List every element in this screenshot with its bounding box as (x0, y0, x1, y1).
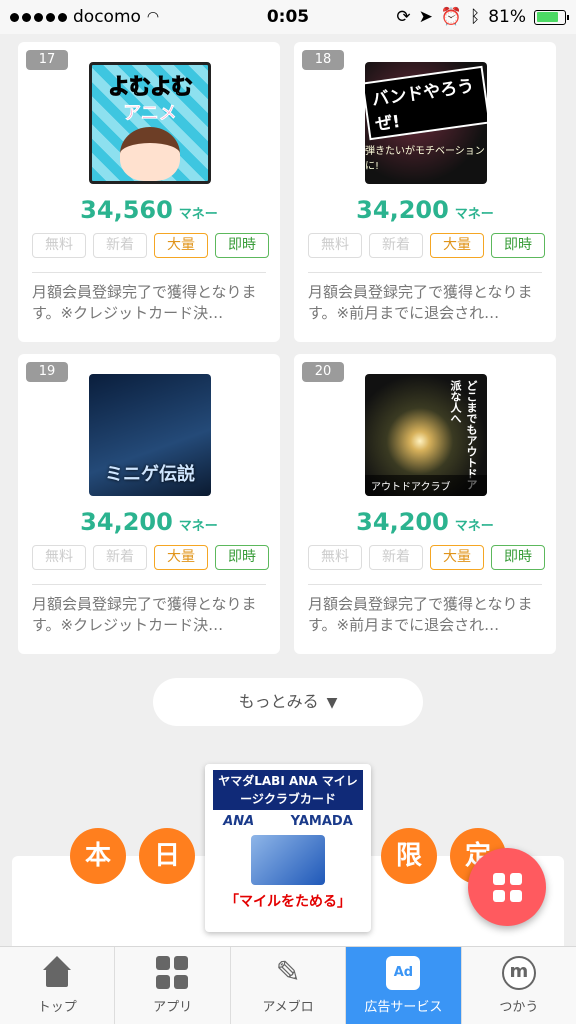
tag-free: 無料 (308, 233, 362, 258)
home-icon (40, 956, 74, 990)
tab-top[interactable]: トップ (0, 947, 116, 1024)
tag-free: 無料 (308, 545, 362, 570)
rank-badge: 19 (26, 362, 68, 382)
tag-free: 無料 (32, 545, 86, 570)
reward-amount: 34,560 マネー (80, 196, 218, 224)
app-thumbnail: どこまでもアウトドア派な人へ アウトドアクラブ (365, 374, 487, 496)
offer-description: 月額会員登録完了で獲得となります。※前月までに退会され… (308, 283, 533, 322)
tab-ad-service[interactable]: Ad 広告サービス (346, 947, 462, 1024)
tag-instant: 即時 (215, 233, 269, 258)
tab-label: 広告サービス (364, 1000, 443, 1015)
tag-new: 新着 (369, 545, 423, 570)
tag-list: 無料 新着 大量 即時 (32, 233, 269, 258)
tab-label: アメブロ (262, 1000, 314, 1015)
thumbnail-subtitle: アニメ (123, 103, 177, 125)
offer-card[interactable]: 17 よむよむ アニメ 34,560 マネー 無料 新着 大量 即時 月額会員登録… (18, 42, 280, 342)
offer-description: 月額会員登録完了で獲得となります。※前月までに退会され… (308, 595, 533, 634)
promo-logos: ANA YAMADA (205, 814, 371, 829)
character-illustration (120, 127, 180, 181)
menu-fab-button[interactable] (468, 848, 546, 926)
tab-apps[interactable]: アプリ (115, 947, 231, 1024)
tab-bar: トップ アプリ ✎ アメブロ Ad 広告サービス m つかう (0, 946, 576, 1024)
tag-new: 新着 (93, 545, 147, 570)
thumbnail-subtitle: アウトドアクラブ (365, 475, 487, 496)
yamada-logo: YAMADA (290, 814, 353, 829)
tab-label: アプリ (153, 1000, 193, 1015)
ana-logo: ANA (223, 814, 255, 829)
tag-free: 無料 (32, 233, 86, 258)
offer-description: 月額会員登録完了で獲得となります。※クレジットカード決… (32, 283, 257, 322)
divider (308, 272, 542, 273)
tag-list: 無料 新着 大量 即時 (308, 545, 545, 570)
ad-icon: Ad (386, 956, 421, 990)
divider (32, 272, 266, 273)
bluetooth-icon: ᛒ (470, 7, 481, 27)
thumbnail-title: よむよむ (107, 75, 193, 101)
credit-card-image (251, 835, 325, 885)
reward-amount: 34,200 マネー (356, 508, 494, 536)
coin-icon: m (501, 956, 536, 990)
app-thumbnail: よむよむ アニメ (89, 62, 211, 184)
tab-label: つかう (499, 1000, 539, 1015)
signal-icon (10, 12, 67, 22)
wifi-icon: ◠ (146, 9, 160, 25)
carrier-name: docomo (73, 7, 141, 27)
battery-icon (534, 9, 569, 25)
tab-use[interactable]: m つかう (462, 947, 576, 1024)
thumbnail-subtitle: 弾きたいがモチベーションに! (365, 146, 485, 172)
show-more-label: もっとみる (238, 692, 319, 711)
tag-list: 無料 新着 大量 即時 (32, 545, 269, 570)
battery-percent: 81% (488, 7, 526, 27)
offer-card[interactable]: 20 どこまでもアウトドア派な人へ アウトドアクラブ 34,200 マネー 無料 … (294, 354, 556, 654)
rotation-lock-icon: ⟳ (396, 7, 411, 27)
pen-icon: ✎ (275, 955, 301, 990)
status-bar: docomo ◠ 0:05 ⟳ ➤ ⏰ ᛒ 81% (0, 0, 576, 34)
location-icon: ➤ (418, 7, 433, 27)
promo-heading: ヤマダLABI ANA マイレージクラブカード (213, 770, 363, 810)
tag-new: 新着 (93, 233, 147, 258)
tag-bulk: 大量 (430, 545, 484, 570)
chevron-down-icon: ▼ (326, 695, 338, 711)
app-thumbnail: バンドやろうぜ! 弾きたいがモチベーションに! (365, 62, 487, 184)
offer-description: 月額会員登録完了で獲得となります。※クレジットカード決… (32, 595, 257, 634)
thumbnail-title: バンドやろうぜ! (365, 65, 487, 141)
rank-badge: 17 (26, 50, 68, 70)
offer-card[interactable]: 19 ミニゲ伝説 34,200 マネー 無料 新着 大量 即時 月額会員登録完了で… (18, 354, 280, 654)
reward-amount: 34,200 マネー (80, 508, 218, 536)
offer-card[interactable]: 18 バンドやろうぜ! 弾きたいがモチベーションに! 34,200 マネー 無料 … (294, 42, 556, 342)
credit-card-promo[interactable]: ヤマダLABI ANA マイレージクラブカード ANA YAMADA 「マイルを… (205, 764, 371, 932)
app-thumbnail: ミニゲ伝説 (89, 374, 211, 496)
tag-instant: 即時 (491, 233, 545, 258)
tag-bulk: 大量 (430, 233, 484, 258)
tag-instant: 即時 (491, 545, 545, 570)
campaign-char: 日 (139, 828, 195, 884)
rank-badge: 18 (302, 50, 344, 70)
divider (32, 584, 266, 585)
campaign-char: 限 (381, 828, 437, 884)
reward-amount: 34,200 マネー (356, 196, 494, 224)
tag-instant: 即時 (215, 545, 269, 570)
rank-badge: 20 (302, 362, 344, 382)
divider (308, 584, 542, 585)
alarm-icon: ⏰ (440, 7, 462, 27)
tag-bulk: 大量 (154, 233, 208, 258)
grid-icon (492, 872, 522, 902)
campaign-char: 本 (70, 828, 126, 884)
thumbnail-title: ミニゲ伝説 (105, 464, 195, 485)
tag-list: 無料 新着 大量 即時 (308, 233, 545, 258)
tab-ameblo[interactable]: ✎ アメブロ (231, 947, 347, 1024)
tab-label: トップ (37, 1000, 77, 1015)
show-more-button[interactable]: もっとみる ▼ (153, 678, 423, 726)
tag-bulk: 大量 (154, 545, 208, 570)
tag-new: 新着 (369, 233, 423, 258)
promo-cta: 「マイルをためる」 (225, 894, 351, 910)
apps-icon (155, 956, 190, 990)
